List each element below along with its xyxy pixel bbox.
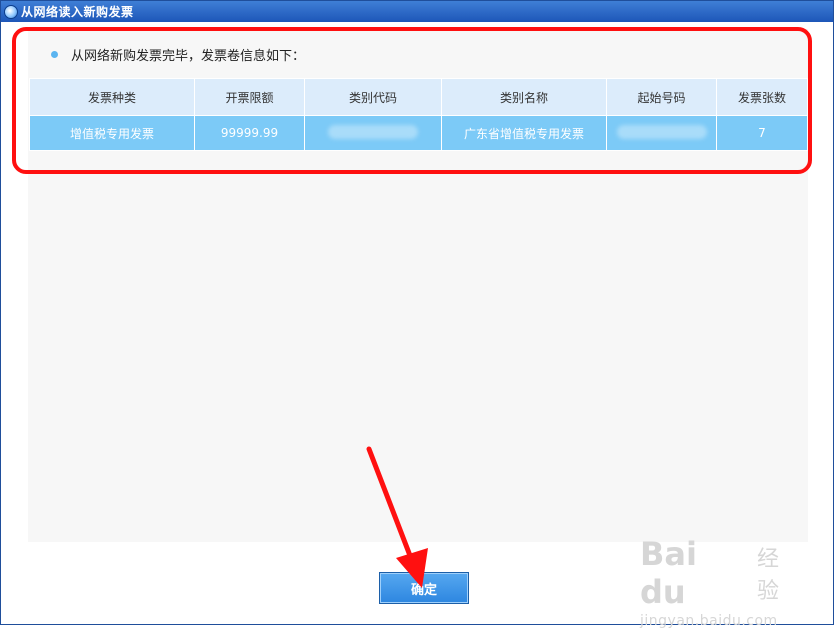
cell-limit: 99999.99 (194, 115, 305, 151)
info-message-text: 从网络新购发票完毕，发票卷信息如下： (71, 49, 306, 64)
column-header: 发票张数 (716, 78, 808, 116)
table-header-row: 发票种类 开票限额 类别代码 类别名称 起始号码 发票张数 (29, 78, 808, 116)
table-row[interactable]: 增值税专用发票 99999.99 广东省增值税专用发票 7 (29, 115, 808, 151)
cell-invoice-type: 增值税专用发票 (29, 115, 195, 151)
column-header: 类别代码 (304, 78, 442, 116)
info-message: 从网络新购发票完毕，发票卷信息如下： (51, 45, 305, 64)
column-header: 开票限额 (194, 78, 305, 116)
redacted-blur (328, 124, 418, 139)
column-header: 起始号码 (606, 78, 717, 116)
cell-start-number (606, 115, 717, 151)
redacted-blur (616, 124, 707, 139)
cell-category-code (304, 115, 442, 151)
column-header: 发票种类 (29, 78, 195, 116)
dialog-window: 从网络读入新购发票 从网络新购发票完毕，发票卷信息如下： 发票种类 开票限额 类… (0, 0, 834, 625)
ok-button[interactable]: 确定 (379, 572, 469, 604)
column-header: 类别名称 (441, 78, 607, 116)
window-title: 从网络读入新购发票 (21, 5, 134, 19)
cell-count: 7 (716, 115, 808, 151)
invoice-roll-table: 发票种类 开票限额 类别代码 类别名称 起始号码 发票张数 增值税专用发票 99… (29, 78, 808, 151)
cell-category-name: 广东省增值税专用发票 (441, 115, 607, 151)
app-globe-icon (4, 4, 18, 19)
bullet-icon (51, 51, 58, 58)
title-bar[interactable]: 从网络读入新购发票 (1, 1, 833, 22)
